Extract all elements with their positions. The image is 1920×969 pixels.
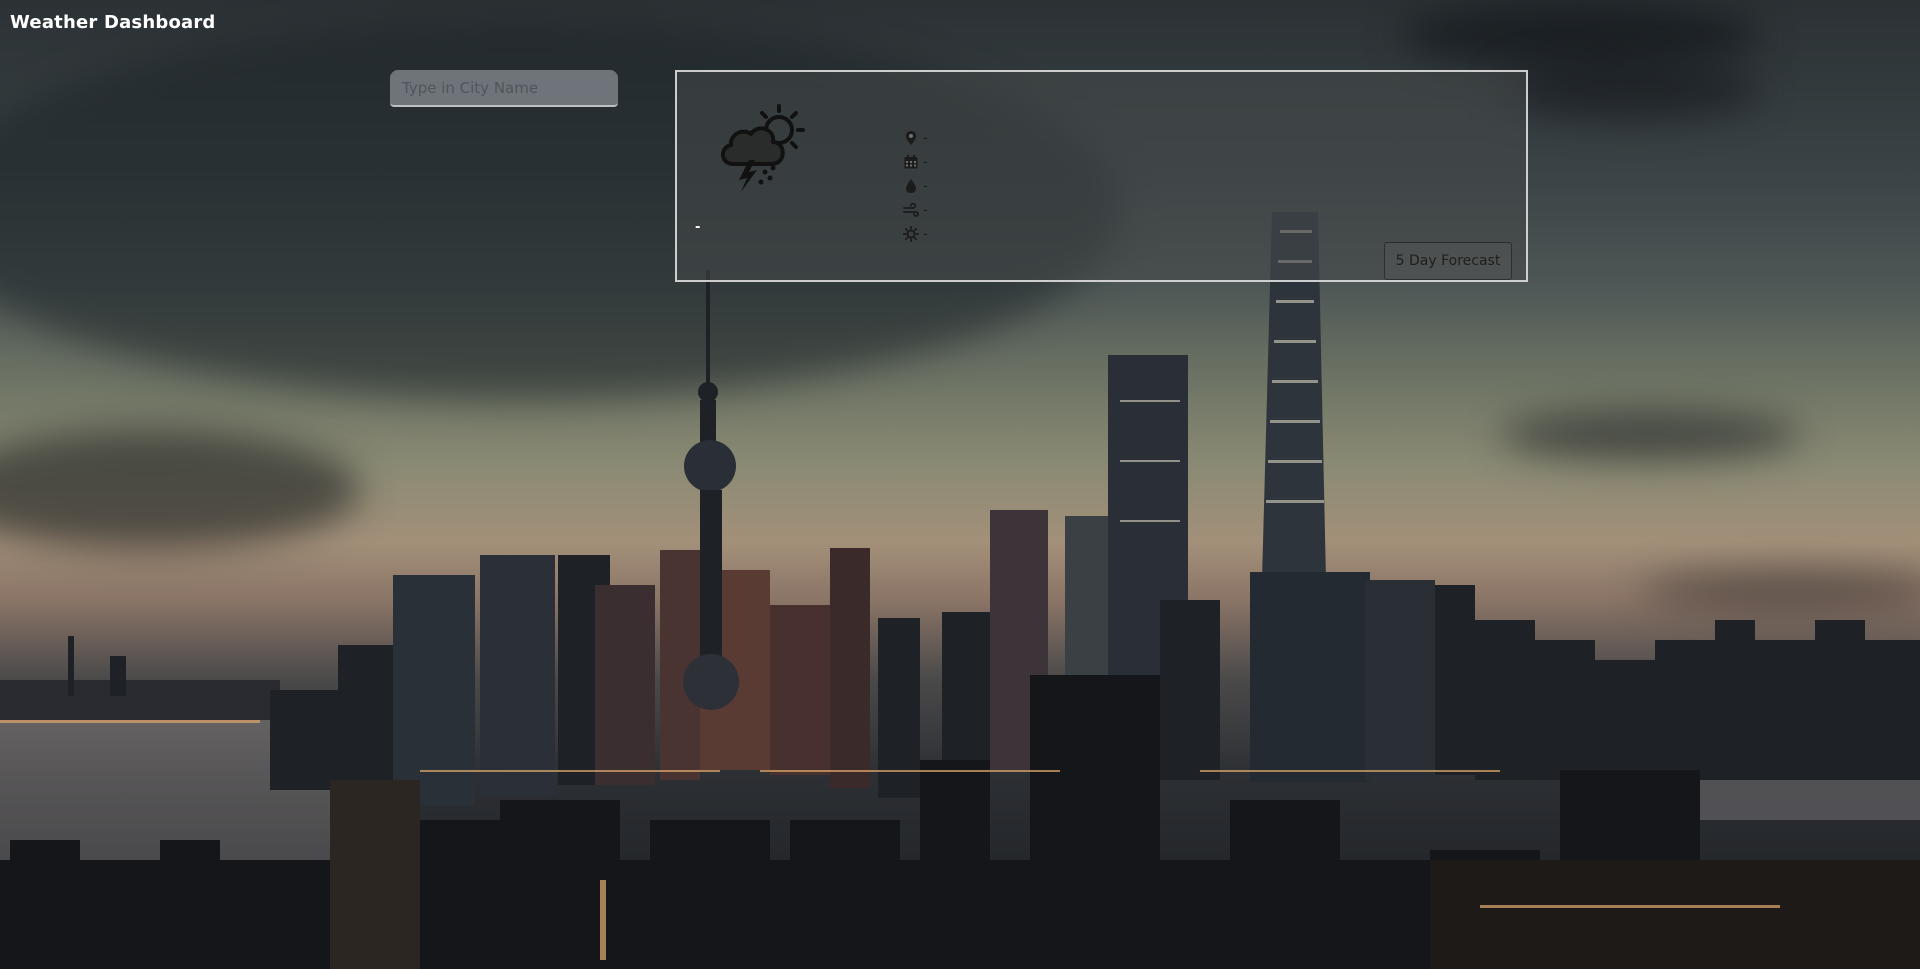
detail-row-humidity: - [903,174,928,198]
current-weather-card: - - - - - - 5 Day Forecast [675,70,1528,282]
detail-row-uv: - [903,222,928,246]
temperature-value: - [695,220,701,235]
app-title: Weather Dashboard [10,12,216,33]
humidity-value: - [923,178,928,194]
calendar-icon [904,155,918,169]
map-pin-icon [906,131,916,145]
city-search-input[interactable] [390,70,618,107]
detail-row-wind: - [903,198,928,222]
location-value: - [923,130,928,146]
detail-row-date: - [903,150,928,174]
date-value: - [923,154,928,170]
sun-icon [903,226,919,242]
five-day-forecast-button[interactable]: 5 Day Forecast [1384,242,1512,280]
weather-details-list: - - - - - [903,126,928,246]
wind-value: - [923,202,928,218]
droplet-icon [906,179,916,193]
uv-index-value: - [923,226,928,242]
thunderstorm-sun-icon [721,104,805,192]
page: Weather Dashboard - [0,0,1920,969]
detail-row-location: - [903,126,928,150]
wind-icon [903,202,919,217]
